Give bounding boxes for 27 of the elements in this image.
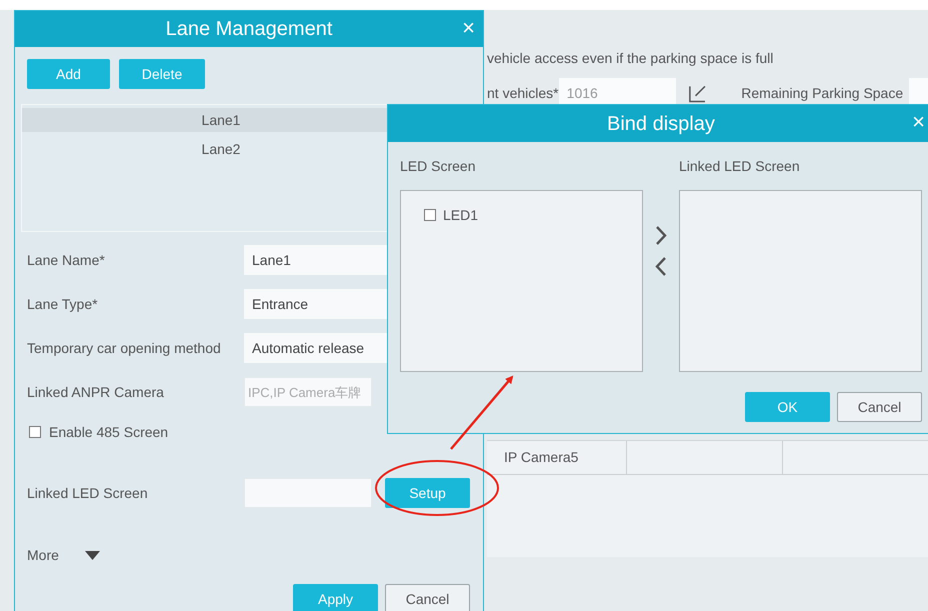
cancel-button[interactable]: Cancel xyxy=(837,392,922,422)
checkbox[interactable] xyxy=(424,209,436,221)
chevron-right-icon[interactable] xyxy=(655,226,667,245)
chevron-left-icon[interactable] xyxy=(655,257,667,276)
field-label: Temporary car opening method xyxy=(27,338,222,358)
list-item-label: LED1 xyxy=(443,206,478,224)
input-field[interactable] xyxy=(244,478,372,508)
cancel-button[interactable]: Cancel xyxy=(385,584,470,611)
dialog-title: Bind display xyxy=(607,112,715,136)
field-label: Linked LED Screen xyxy=(27,484,149,502)
notice-text: vehicle access even if the parking space is full xyxy=(487,49,774,68)
list-title: LED Screen xyxy=(400,157,476,176)
input-field[interactable]: IPC,IP Camera车牌 xyxy=(244,377,372,407)
field-label: Lane Type* xyxy=(27,294,99,314)
field-label: Lane Name* xyxy=(27,250,106,270)
close-button[interactable]: × xyxy=(912,109,925,135)
table-cell: IP Camera5 xyxy=(487,441,627,474)
dialog-title: Lane Management xyxy=(166,17,332,42)
field-label: Linked ANPR Camera xyxy=(27,382,165,402)
list-title: Linked LED Screen xyxy=(679,157,801,176)
dropdown-triangle-icon[interactable] xyxy=(84,550,100,560)
close-button[interactable]: × xyxy=(462,15,475,41)
checkbox-label: Enable 485 Screen xyxy=(49,422,168,442)
checkbox[interactable] xyxy=(29,426,41,438)
field-label: Remaining Parking Space xyxy=(741,84,904,103)
more-link[interactable]: More xyxy=(27,544,59,566)
field-label: nt vehicles* xyxy=(487,84,559,102)
